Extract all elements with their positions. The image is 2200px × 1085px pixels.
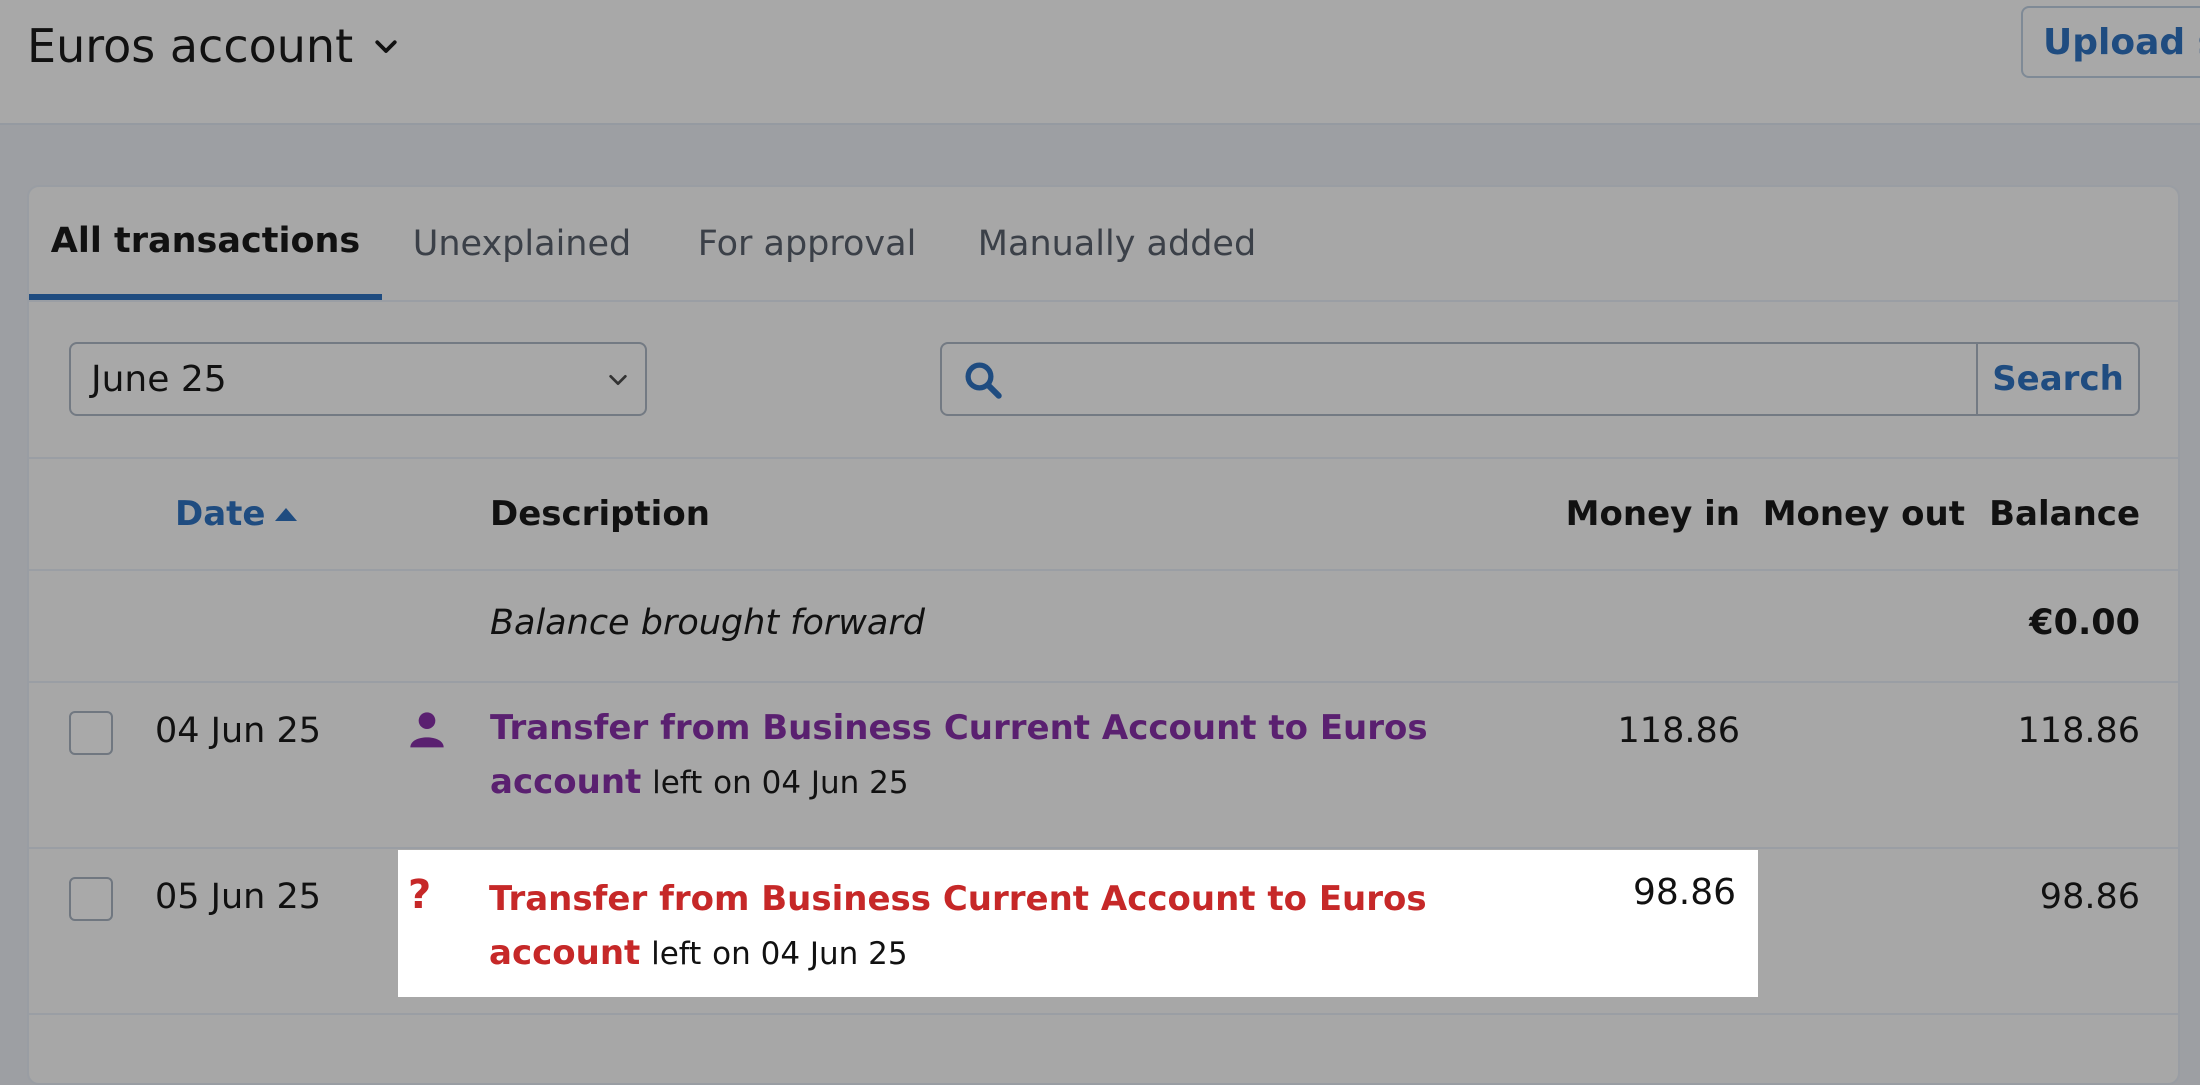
period-select[interactable]: June 25 xyxy=(69,342,647,416)
tab-all-transactions[interactable]: All transactions xyxy=(29,187,382,300)
row-date: 05 Jun 25 xyxy=(155,877,322,917)
highlighted-transaction[interactable]: ? Transfer from Business Current Account… xyxy=(398,850,1758,997)
money-in-column-header: Money in xyxy=(1565,494,1740,534)
row-description: Transfer from Business Current Account t… xyxy=(490,701,1550,810)
row-checkbox[interactable] xyxy=(69,711,113,755)
tab-unexplained[interactable]: Unexplained xyxy=(382,187,662,300)
period-select-value: June 25 xyxy=(91,358,227,400)
balance-forward-row: Balance brought forward €0.00 xyxy=(29,571,2178,683)
question-icon: ? xyxy=(408,872,432,918)
account-switcher[interactable]: Euros account xyxy=(27,14,401,78)
row-date: 04 Jun 25 xyxy=(155,711,322,751)
row-balance: 118.86 xyxy=(2017,711,2140,751)
sort-ascending-icon xyxy=(275,508,298,521)
money-out-column-header: Money out xyxy=(1762,494,1965,534)
table-row[interactable]: 04 Jun 25 Transfer from Business Current… xyxy=(29,683,2178,849)
left-label: left xyxy=(652,765,703,801)
balance-forward-label: Balance brought forward xyxy=(490,603,925,643)
top-bar: Euros account Upload st xyxy=(0,0,2200,125)
balance-forward-amount: €0.00 xyxy=(2029,603,2140,643)
chevron-down-icon xyxy=(609,374,627,386)
tab-manually-added[interactable]: Manually added xyxy=(952,187,1282,300)
transaction-link[interactable]: Transfer from Business Current Account t… xyxy=(490,708,1428,802)
transaction-link[interactable]: Transfer from Business Current Account t… xyxy=(489,879,1427,973)
row-balance: 98.86 xyxy=(2039,877,2140,917)
account-title: Euros account xyxy=(27,19,354,73)
date-column-header[interactable]: Date xyxy=(175,459,299,569)
search-input[interactable] xyxy=(1020,344,1974,416)
left-date: on 04 Jun 25 xyxy=(713,765,909,801)
balance-column-header: Balance xyxy=(1989,494,2140,534)
row-money-in: 118.86 xyxy=(1617,711,1740,751)
left-label: left xyxy=(651,936,702,972)
filter-bar: June 25 Search xyxy=(29,300,2178,459)
description-column-header: Description xyxy=(490,494,710,534)
transaction-tabs: All transactions Unexplained For approva… xyxy=(29,187,2178,302)
left-date: on 04 Jun 25 xyxy=(712,936,908,972)
row-checkbox[interactable] xyxy=(69,877,113,921)
row-money-in: 98.86 xyxy=(1632,872,1736,913)
upload-statement-button[interactable]: Upload st xyxy=(2021,6,2200,78)
table-header: Date Description Money in Money out Bala… xyxy=(29,459,2178,571)
search-icon xyxy=(965,362,1002,399)
tab-for-approval[interactable]: For approval xyxy=(662,187,952,300)
user-icon xyxy=(410,712,444,748)
search-button[interactable]: Search xyxy=(1976,344,2138,414)
search-field: Search xyxy=(940,342,2140,416)
row-description: Transfer from Business Current Account t… xyxy=(489,872,1549,981)
chevron-down-icon xyxy=(375,40,397,53)
